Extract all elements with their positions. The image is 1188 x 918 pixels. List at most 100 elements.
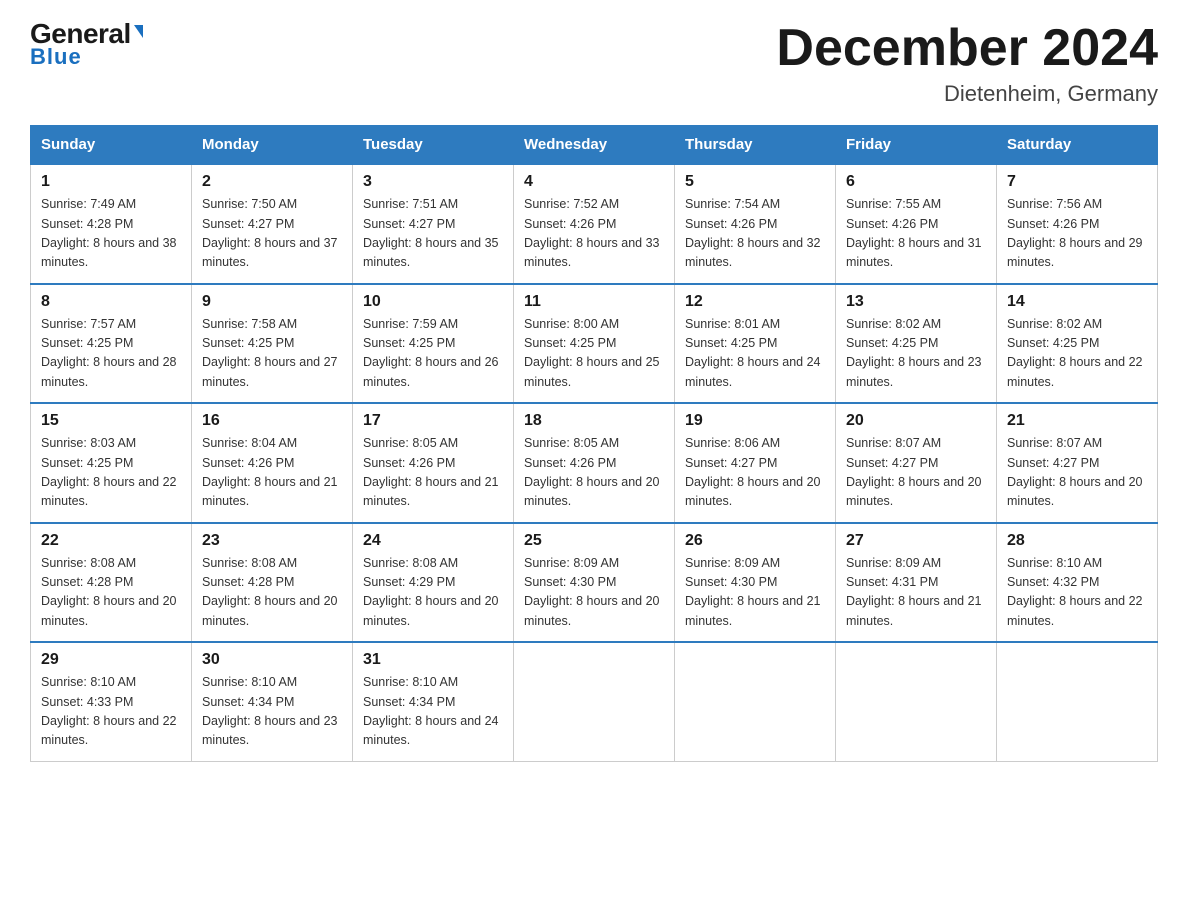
calendar-empty-cell — [997, 642, 1158, 761]
page-subtitle: Dietenheim, Germany — [776, 81, 1158, 107]
day-info: Sunrise: 8:05 AMSunset: 4:26 PMDaylight:… — [363, 434, 503, 512]
calendar-day-28: 28 Sunrise: 8:10 AMSunset: 4:32 PMDayligh… — [997, 523, 1158, 643]
calendar-header-monday: Monday — [192, 126, 353, 165]
calendar-day-30: 30 Sunrise: 8:10 AMSunset: 4:34 PMDayligh… — [192, 642, 353, 761]
day-info: Sunrise: 8:09 AMSunset: 4:31 PMDaylight:… — [846, 554, 986, 632]
day-info: Sunrise: 8:02 AMSunset: 4:25 PMDaylight:… — [846, 315, 986, 393]
calendar-day-16: 16 Sunrise: 8:04 AMSunset: 4:26 PMDayligh… — [192, 403, 353, 523]
day-info: Sunrise: 8:10 AMSunset: 4:34 PMDaylight:… — [363, 673, 503, 751]
calendar-empty-cell — [836, 642, 997, 761]
calendar-day-2: 2 Sunrise: 7:50 AMSunset: 4:27 PMDaylight… — [192, 164, 353, 284]
calendar-day-19: 19Sunrise: 8:06 AMSunset: 4:27 PMDayligh… — [675, 403, 836, 523]
calendar-table: SundayMondayTuesdayWednesdayThursdayFrid… — [30, 125, 1158, 762]
calendar-day-7: 7 Sunrise: 7:56 AMSunset: 4:26 PMDaylight… — [997, 164, 1158, 284]
calendar-day-17: 17 Sunrise: 8:05 AMSunset: 4:26 PMDayligh… — [353, 403, 514, 523]
day-number: 4 — [524, 173, 664, 191]
day-number: 16 — [202, 412, 342, 430]
calendar-empty-cell — [514, 642, 675, 761]
title-block: December 2024 Dietenheim, Germany — [776, 20, 1158, 107]
day-info: Sunrise: 8:03 AMSunset: 4:25 PMDaylight:… — [41, 434, 181, 512]
day-info: Sunrise: 7:51 AMSunset: 4:27 PMDaylight:… — [363, 195, 503, 273]
day-number: 26 — [685, 532, 825, 550]
calendar-day-26: 26 Sunrise: 8:09 AMSunset: 4:30 PMDayligh… — [675, 523, 836, 643]
calendar-day-3: 3Sunrise: 7:51 AMSunset: 4:27 PMDaylight… — [353, 164, 514, 284]
day-number: 8 — [41, 293, 181, 311]
day-number: 19 — [685, 412, 825, 430]
day-number: 25 — [524, 532, 664, 550]
day-info: Sunrise: 8:10 AMSunset: 4:34 PMDaylight:… — [202, 673, 342, 751]
calendar-header-tuesday: Tuesday — [353, 126, 514, 165]
calendar-header-wednesday: Wednesday — [514, 126, 675, 165]
calendar-day-6: 6Sunrise: 7:55 AMSunset: 4:26 PMDaylight… — [836, 164, 997, 284]
day-number: 5 — [685, 173, 825, 191]
day-info: Sunrise: 8:01 AMSunset: 4:25 PMDaylight:… — [685, 315, 825, 393]
day-number: 28 — [1007, 532, 1147, 550]
calendar-day-9: 9Sunrise: 7:58 AMSunset: 4:25 PMDaylight… — [192, 284, 353, 404]
day-info: Sunrise: 7:52 AMSunset: 4:26 PMDaylight:… — [524, 195, 664, 273]
calendar-day-29: 29Sunrise: 8:10 AMSunset: 4:33 PMDayligh… — [31, 642, 192, 761]
day-info: Sunrise: 8:08 AMSunset: 4:28 PMDaylight:… — [202, 554, 342, 632]
day-info: Sunrise: 8:10 AMSunset: 4:32 PMDaylight:… — [1007, 554, 1147, 632]
calendar-day-18: 18Sunrise: 8:05 AMSunset: 4:26 PMDayligh… — [514, 403, 675, 523]
calendar-week-2: 8Sunrise: 7:57 AMSunset: 4:25 PMDaylight… — [31, 284, 1158, 404]
calendar-day-12: 12 Sunrise: 8:01 AMSunset: 4:25 PMDayligh… — [675, 284, 836, 404]
calendar-week-5: 29Sunrise: 8:10 AMSunset: 4:33 PMDayligh… — [31, 642, 1158, 761]
day-info: Sunrise: 8:09 AMSunset: 4:30 PMDaylight:… — [524, 554, 664, 632]
day-number: 1 — [41, 173, 181, 191]
day-info: Sunrise: 7:49 AMSunset: 4:28 PMDaylight:… — [41, 195, 181, 273]
day-number: 17 — [363, 412, 503, 430]
day-number: 24 — [363, 532, 503, 550]
day-number: 2 — [202, 173, 342, 191]
calendar-day-1: 1 Sunrise: 7:49 AMSunset: 4:28 PMDaylight… — [31, 164, 192, 284]
calendar-day-10: 10Sunrise: 7:59 AMSunset: 4:25 PMDayligh… — [353, 284, 514, 404]
page-title: December 2024 — [776, 20, 1158, 77]
calendar-day-15: 15Sunrise: 8:03 AMSunset: 4:25 PMDayligh… — [31, 403, 192, 523]
day-info: Sunrise: 8:10 AMSunset: 4:33 PMDaylight:… — [41, 673, 181, 751]
calendar-empty-cell — [675, 642, 836, 761]
day-info: Sunrise: 8:04 AMSunset: 4:26 PMDaylight:… — [202, 434, 342, 512]
logo-blue: Blue — [30, 44, 82, 70]
calendar-day-14: 14Sunrise: 8:02 AMSunset: 4:25 PMDayligh… — [997, 284, 1158, 404]
day-number: 20 — [846, 412, 986, 430]
logo-arrow-icon — [134, 25, 143, 38]
day-number: 11 — [524, 293, 664, 311]
day-number: 30 — [202, 651, 342, 669]
calendar-day-5: 5 Sunrise: 7:54 AMSunset: 4:26 PMDaylight… — [675, 164, 836, 284]
calendar-header-row: SundayMondayTuesdayWednesdayThursdayFrid… — [31, 126, 1158, 165]
day-number: 6 — [846, 173, 986, 191]
calendar-day-25: 25 Sunrise: 8:09 AMSunset: 4:30 PMDayligh… — [514, 523, 675, 643]
calendar-week-1: 1 Sunrise: 7:49 AMSunset: 4:28 PMDaylight… — [31, 164, 1158, 284]
day-info: Sunrise: 8:08 AMSunset: 4:28 PMDaylight:… — [41, 554, 181, 632]
day-info: Sunrise: 8:00 AMSunset: 4:25 PMDaylight:… — [524, 315, 664, 393]
day-info: Sunrise: 8:09 AMSunset: 4:30 PMDaylight:… — [685, 554, 825, 632]
day-info: Sunrise: 8:07 AMSunset: 4:27 PMDaylight:… — [846, 434, 986, 512]
calendar-day-13: 13 Sunrise: 8:02 AMSunset: 4:25 PMDayligh… — [836, 284, 997, 404]
day-info: Sunrise: 7:58 AMSunset: 4:25 PMDaylight:… — [202, 315, 342, 393]
day-number: 12 — [685, 293, 825, 311]
day-info: Sunrise: 7:54 AMSunset: 4:26 PMDaylight:… — [685, 195, 825, 273]
calendar-header-friday: Friday — [836, 126, 997, 165]
day-number: 7 — [1007, 173, 1147, 191]
day-info: Sunrise: 8:08 AMSunset: 4:29 PMDaylight:… — [363, 554, 503, 632]
calendar-day-20: 20 Sunrise: 8:07 AMSunset: 4:27 PMDayligh… — [836, 403, 997, 523]
page-header: General Blue December 2024 Dietenheim, G… — [30, 20, 1158, 107]
day-info: Sunrise: 8:07 AMSunset: 4:27 PMDaylight:… — [1007, 434, 1147, 512]
day-number: 13 — [846, 293, 986, 311]
calendar-day-24: 24 Sunrise: 8:08 AMSunset: 4:29 PMDayligh… — [353, 523, 514, 643]
day-number: 10 — [363, 293, 503, 311]
calendar-week-4: 22 Sunrise: 8:08 AMSunset: 4:28 PMDayligh… — [31, 523, 1158, 643]
day-info: Sunrise: 8:02 AMSunset: 4:25 PMDaylight:… — [1007, 315, 1147, 393]
calendar-day-23: 23Sunrise: 8:08 AMSunset: 4:28 PMDayligh… — [192, 523, 353, 643]
day-info: Sunrise: 8:05 AMSunset: 4:26 PMDaylight:… — [524, 434, 664, 512]
calendar-week-3: 15Sunrise: 8:03 AMSunset: 4:25 PMDayligh… — [31, 403, 1158, 523]
day-number: 22 — [41, 532, 181, 550]
calendar-day-21: 21 Sunrise: 8:07 AMSunset: 4:27 PMDayligh… — [997, 403, 1158, 523]
day-number: 21 — [1007, 412, 1147, 430]
day-number: 27 — [846, 532, 986, 550]
day-info: Sunrise: 7:50 AMSunset: 4:27 PMDaylight:… — [202, 195, 342, 273]
logo: General Blue — [30, 20, 143, 70]
calendar-header-sunday: Sunday — [31, 126, 192, 165]
day-info: Sunrise: 7:56 AMSunset: 4:26 PMDaylight:… — [1007, 195, 1147, 273]
calendar-day-27: 27 Sunrise: 8:09 AMSunset: 4:31 PMDayligh… — [836, 523, 997, 643]
day-number: 31 — [363, 651, 503, 669]
